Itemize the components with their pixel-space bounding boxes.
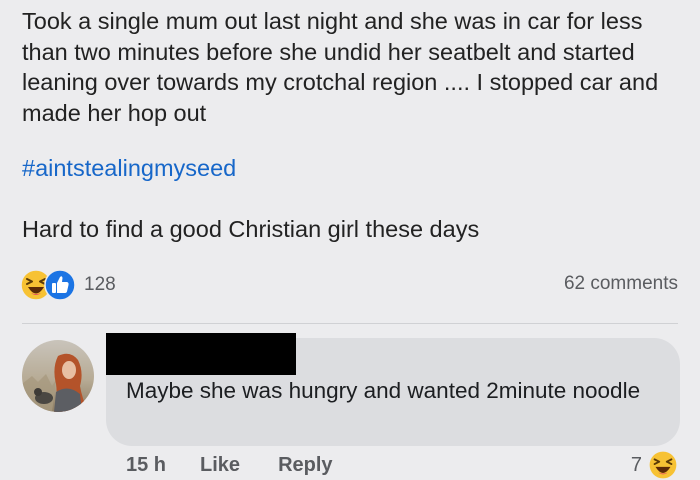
- avatar-photo-icon: [22, 340, 94, 412]
- hashtag-link[interactable]: #aintstealingmyseed: [22, 153, 236, 183]
- redacted-commenter-name: [106, 333, 296, 375]
- post-body-text-2: Hard to find a good Christian girl these…: [22, 216, 480, 242]
- divider: [22, 323, 678, 324]
- comments-count-link[interactable]: 62 comments: [564, 273, 678, 295]
- laughing-emoji-icon: [648, 450, 678, 480]
- post-body-text: Took a single mum out last night and she…: [22, 8, 659, 126]
- thumbs-up-icon: [44, 269, 76, 301]
- comment-timestamp: 15 h: [126, 454, 167, 476]
- comment-like-button[interactable]: Like: [200, 454, 240, 477]
- comment-actions: 15 h Like Reply: [126, 454, 333, 477]
- comment-reaction-count: 7: [630, 453, 642, 476]
- reaction-count: 128: [84, 274, 116, 295]
- post-view: Took a single mum out last night and she…: [0, 0, 700, 480]
- comment-reactions[interactable]: 7: [631, 450, 678, 480]
- post-reactions[interactable]: 128: [20, 266, 116, 304]
- commenter-avatar[interactable]: [22, 340, 94, 412]
- comment-text: Maybe she was hungry and wanted 2minute …: [126, 378, 641, 403]
- comment-reply-button[interactable]: Reply: [278, 454, 332, 477]
